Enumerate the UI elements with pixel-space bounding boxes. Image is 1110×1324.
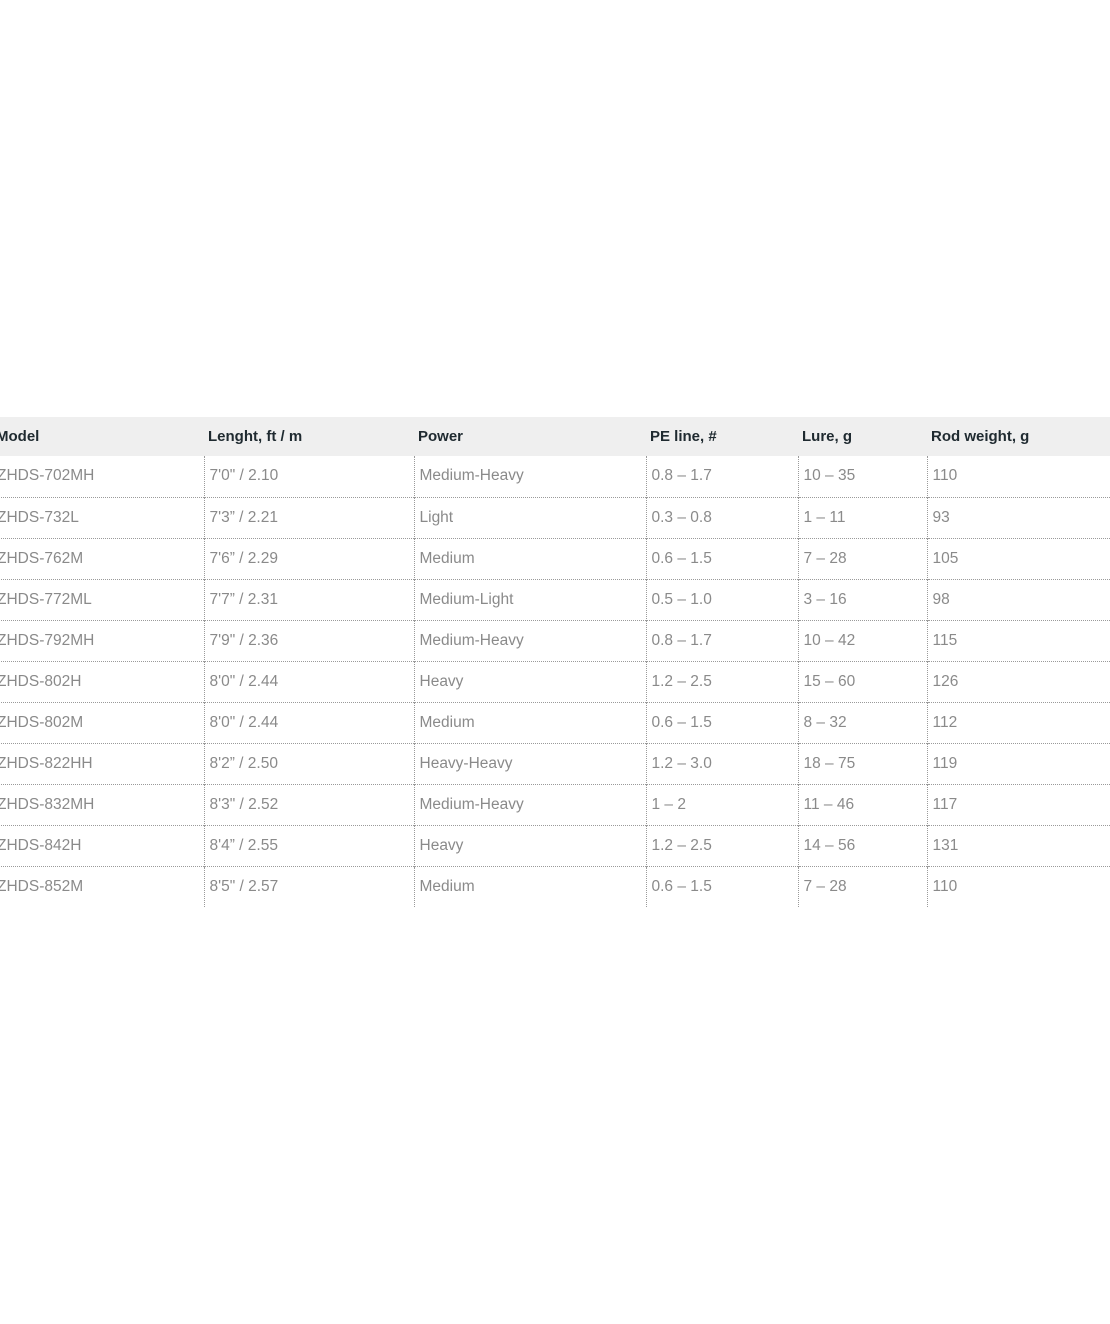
table-row: ZHDS-762M 7'6” / 2.29 Medium 0.6 – 1.5 7 – 2…	[0, 538, 1110, 579]
cell-pe-line: 0.6 – 1.5	[645, 866, 798, 907]
header-rod-weight: Rod weight, g	[931, 428, 1030, 445]
cell-length: 8'0" / 2.44	[203, 661, 414, 702]
cell-lure: 8 – 32	[797, 702, 927, 743]
cell-rod-weight: 117	[926, 784, 1110, 825]
cell-model: ZHDS-822HH	[0, 754, 93, 772]
header-model: Model	[0, 428, 40, 445]
cell-rod-weight: 119	[926, 743, 1110, 784]
header-lure: Lure, g	[802, 428, 853, 445]
cell-model: ZHDS-772ML	[0, 590, 92, 608]
cell-pe-line: 0.6 – 1.5	[645, 538, 798, 579]
table-row: ZHDS-792MH 7'9" / 2.36 Medium-Heavy 0.8 – 1…	[0, 620, 1110, 661]
cell-lure: 14 – 56	[797, 825, 927, 866]
cell-model: ZHDS-802M	[0, 713, 84, 731]
cell-length: 7'6” / 2.29	[203, 538, 414, 579]
cell-rod-weight: 126	[926, 661, 1110, 702]
table-row: ZHDS-832MH 8'3" / 2.52 Medium-Heavy 1 – 2 11…	[0, 784, 1110, 825]
cell-length: 8'4” / 2.55	[203, 825, 414, 866]
cell-pe-line: 0.5 – 1.0	[645, 579, 798, 620]
cell-rod-weight: 115	[926, 620, 1110, 661]
cell-rod-weight: 93	[926, 497, 1110, 538]
cell-power: Heavy	[413, 825, 646, 866]
cell-length: 7'9" / 2.36	[203, 620, 414, 661]
table-row: ZHDS-772ML 7'7” / 2.31 Medium-Light 0.5 – 1…	[0, 579, 1110, 620]
rod-specs-table-container: Model Lenght, ft / m Power PE line, # Lu…	[0, 417, 1110, 907]
cell-model: ZHDS-802H	[0, 672, 82, 690]
cell-rod-weight: 110	[926, 866, 1110, 907]
cell-length: 7'3” / 2.21	[203, 497, 414, 538]
cell-rod-weight: 98	[926, 579, 1110, 620]
cell-power: Medium-Heavy	[413, 784, 646, 825]
cell-rod-weight: 105	[926, 538, 1110, 579]
cell-rod-weight: 110	[926, 456, 1110, 497]
cell-pe-line: 1 – 2	[645, 784, 798, 825]
cell-pe-line: 0.3 – 0.8	[645, 497, 798, 538]
table-row: ZHDS-732L 7'3” / 2.21 Light 0.3 – 0.8 1 – 11…	[0, 497, 1110, 538]
cell-lure: 7 – 28	[797, 538, 927, 579]
cell-length: 7'7” / 2.31	[203, 579, 414, 620]
cell-lure: 15 – 60	[797, 661, 927, 702]
cell-length: 8'3" / 2.52	[203, 784, 414, 825]
cell-pe-line: 1.2 – 3.0	[645, 743, 798, 784]
rod-specs-table: Model Lenght, ft / m Power PE line, # Lu…	[0, 417, 1110, 907]
cell-rod-weight: 131	[926, 825, 1110, 866]
cell-model: ZHDS-832MH	[0, 795, 95, 813]
table-row: ZHDS-802M 8'0" / 2.44 Medium 0.6 – 1.5 8 – 3…	[0, 702, 1110, 743]
cell-power: Medium-Heavy	[413, 620, 646, 661]
cell-model: ZHDS-762M	[0, 549, 84, 567]
cell-power: Heavy-Heavy	[413, 743, 646, 784]
cell-lure: 10 – 35	[797, 456, 927, 497]
table-body: ZHDS-702MH 7'0" / 2.10 Medium-Heavy 0.8 – 1…	[0, 456, 1110, 907]
cell-model: ZHDS-702MH	[0, 467, 95, 485]
table-row: ZHDS-822HH 8'2” / 2.50 Heavy-Heavy 1.2 – 3.…	[0, 743, 1110, 784]
cell-power: Medium	[413, 538, 646, 579]
header-row: Model Lenght, ft / m Power PE line, # Lu…	[0, 417, 1110, 456]
cell-pe-line: 1.2 – 2.5	[645, 661, 798, 702]
header-length: Lenght, ft / m	[208, 428, 303, 445]
cell-power: Medium-Light	[413, 579, 646, 620]
cell-pe-line: 1.2 – 2.5	[645, 825, 798, 866]
cell-lure: 10 – 42	[797, 620, 927, 661]
cell-model: ZHDS-842H	[0, 836, 82, 854]
cell-length: 8'5" / 2.57	[203, 866, 414, 907]
cell-length: 7'0" / 2.10	[203, 456, 414, 497]
table-row: ZHDS-852M 8'5" / 2.57 Medium 0.6 – 1.5 7 – 2…	[0, 866, 1110, 907]
cell-power: Light	[413, 497, 646, 538]
cell-lure: 1 – 11	[797, 497, 927, 538]
table-header: Model Lenght, ft / m Power PE line, # Lu…	[0, 417, 1110, 456]
header-pe-line: PE line, #	[650, 428, 717, 445]
cell-pe-line: 0.8 – 1.7	[645, 620, 798, 661]
cell-length: 8'2” / 2.50	[203, 743, 414, 784]
header-power: Power	[418, 428, 464, 445]
cell-lure: 18 – 75	[797, 743, 927, 784]
table-row: ZHDS-802H 8'0" / 2.44 Heavy 1.2 – 2.5 15 – 6…	[0, 661, 1110, 702]
cell-model: ZHDS-792MH	[0, 631, 95, 649]
cell-power: Medium-Heavy	[413, 456, 646, 497]
cell-lure: 3 – 16	[797, 579, 927, 620]
table-row: ZHDS-842H 8'4” / 2.55 Heavy 1.2 – 2.5 14 – 5…	[0, 825, 1110, 866]
cell-power: Heavy	[413, 661, 646, 702]
cell-pe-line: 0.8 – 1.7	[645, 456, 798, 497]
cell-pe-line: 0.6 – 1.5	[645, 702, 798, 743]
cell-power: Medium	[413, 866, 646, 907]
table-row: ZHDS-702MH 7'0" / 2.10 Medium-Heavy 0.8 – 1…	[0, 456, 1110, 497]
cell-lure: 11 – 46	[797, 784, 927, 825]
cell-model: ZHDS-732L	[0, 508, 79, 526]
cell-lure: 7 – 28	[797, 866, 927, 907]
cell-length: 8'0" / 2.44	[203, 702, 414, 743]
cell-power: Medium	[413, 702, 646, 743]
cell-rod-weight: 112	[926, 702, 1110, 743]
cell-model: ZHDS-852M	[0, 877, 84, 895]
